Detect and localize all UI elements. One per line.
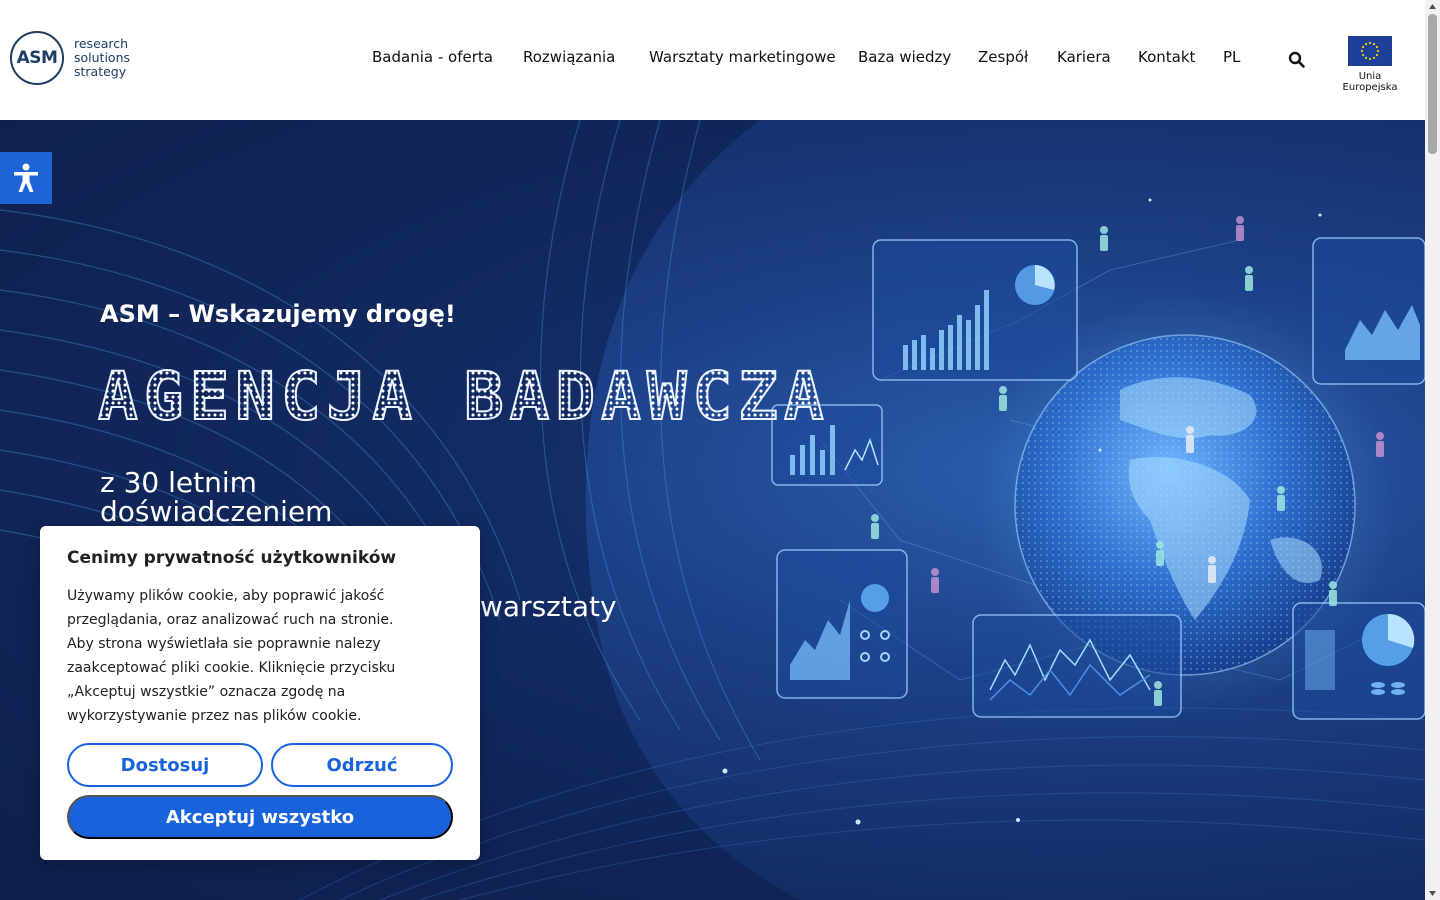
scroll-up-arrow-icon[interactable] [1428, 2, 1437, 11]
nav-item-kontakt[interactable]: Kontakt [1138, 48, 1195, 66]
hero-tagline: ASM – Wskazujemy drogę! [100, 300, 456, 328]
cookie-banner-description: Używamy plików cookie, aby poprawić jako… [67, 584, 459, 728]
accessibility-icon [14, 163, 38, 192]
eu-label: Unia Europejska [1342, 71, 1398, 93]
hero-subtitle: z 30 letnim doświadczeniem [100, 466, 333, 528]
hero-title: AGENCJA BADAWCZA [97, 357, 830, 436]
hero-subtitle-tail: warsztaty [480, 590, 617, 623]
search-icon[interactable] [1288, 51, 1306, 69]
nav-item-baza-wiedzy[interactable]: Baza wiedzy [858, 48, 951, 66]
scroll-down-arrow-icon[interactable] [1428, 889, 1437, 898]
cookie-banner-text-2: Aby strona wyświetlała sie poprawnie nal… [67, 636, 396, 724]
logo-line-strategy: strategy [74, 64, 127, 79]
nav-item-rozwiazania[interactable]: Rozwiązania [523, 48, 615, 66]
nav-item-language[interactable]: PL [1223, 48, 1240, 66]
site-header: ASM research solutions strategy Badania … [0, 0, 1425, 120]
customize-cookies-button[interactable]: Dostosuj [67, 743, 263, 787]
logo-line-solutions: solutions [74, 50, 131, 65]
reject-cookies-button[interactable]: Odrzuć [271, 743, 453, 787]
cookie-banner-title: Cenimy prywatność użytkowników [67, 548, 397, 568]
eu-flag-icon [1348, 36, 1392, 66]
eu-badge[interactable]: Unia Europejska [1330, 36, 1410, 93]
logo-mark: ASM [10, 31, 64, 85]
cookie-consent-banner: Cenimy prywatność użytkowników Używamy p… [40, 526, 480, 860]
accessibility-button[interactable] [0, 152, 52, 204]
accept-all-cookies-button[interactable]: Akceptuj wszystko [67, 795, 453, 839]
page-scrollbar[interactable] [1425, 0, 1440, 900]
site-logo[interactable]: ASM research solutions strategy [10, 31, 130, 85]
nav-item-badania-oferta[interactable]: Badania - oferta [372, 48, 493, 66]
cookie-banner-text-1: Używamy plików cookie, aby poprawić jako… [67, 588, 394, 628]
nav-item-kariera[interactable]: Kariera [1057, 48, 1111, 66]
nav-item-zespol[interactable]: Zespół [978, 48, 1028, 66]
logo-wordmark: research solutions strategy [74, 37, 130, 79]
logo-line-research: research [74, 36, 129, 51]
nav-item-warsztaty-marketingowe[interactable]: Warsztaty marketingowe [649, 48, 836, 66]
scrollbar-thumb[interactable] [1428, 14, 1437, 154]
